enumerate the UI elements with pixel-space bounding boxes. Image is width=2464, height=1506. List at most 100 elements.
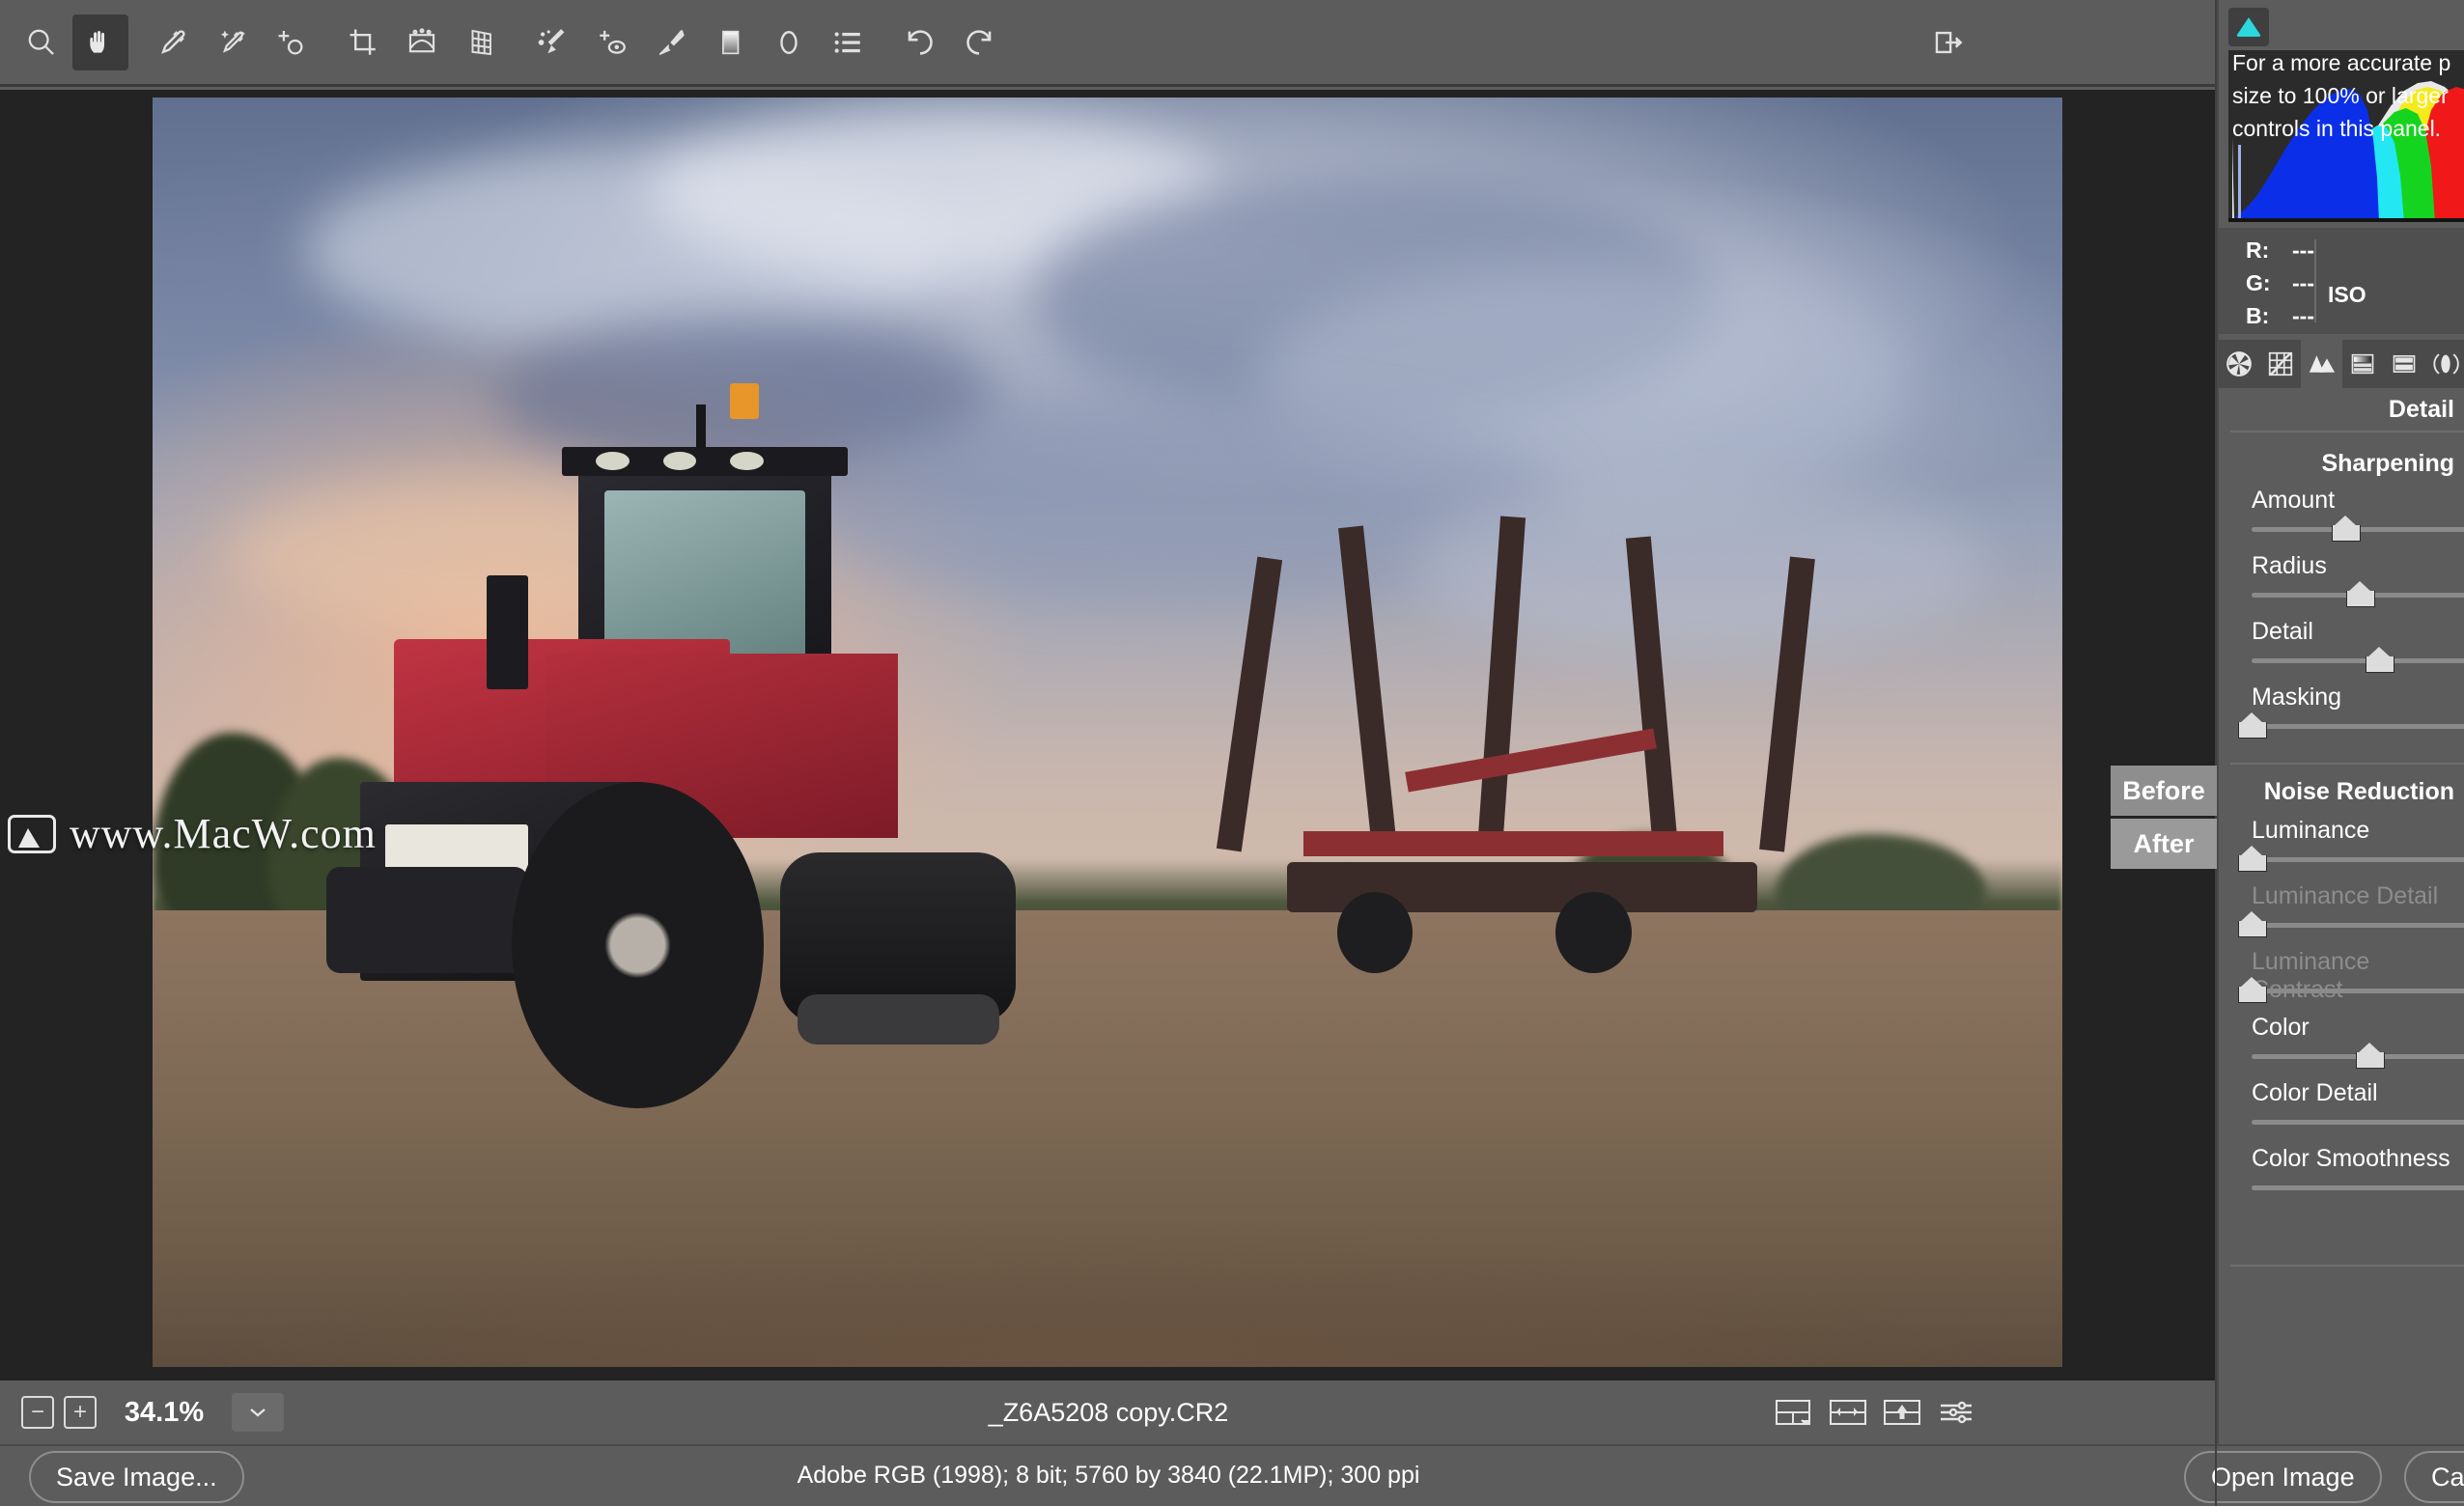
image-implement [1203,516,2043,1024]
footer-bar: Save Image... Adobe RGB (1998); 8 bit; 5… [0,1444,2464,1506]
label-sharpening-radius: Radius [2252,552,2327,580]
macw-logo-icon [8,815,56,853]
zoom-tool[interactable] [14,14,70,70]
hint-line-1: For a more accurate p [2232,48,2450,78]
adjustment-brush-tool[interactable] [643,14,699,70]
label-sharpening-detail: Detail [2252,618,2313,646]
g-label: G: [2246,270,2271,296]
right-panel: R: --- G: --- B: --- ISO [2217,0,2464,1444]
tab-detail[interactable] [2301,340,2342,388]
rgb-readout: R: --- G: --- B: --- ISO [2219,228,2464,334]
targeted-adjustment-tool[interactable] [263,14,319,70]
lens-icon [2431,350,2460,377]
label-noise-color: Color [2252,1014,2310,1042]
before-after-toggle: Before After [2111,766,2217,869]
radial-filter-tool[interactable] [761,14,817,70]
tab-lens-corrections[interactable] [2424,340,2464,388]
view-swap-icon[interactable] [1881,1396,1923,1429]
noise-color-slider[interactable] [2356,1045,2383,1068]
label-noise-luminance: Luminance [2252,817,2369,845]
before-button[interactable]: Before [2111,766,2217,816]
red-eye-tool[interactable] [584,14,640,70]
label-noise-luminance-contrast: Luminance Contrast [2252,948,2464,1004]
transform-tool[interactable] [453,14,509,70]
sharpening-detail-slider[interactable] [2366,649,2393,672]
crop-tool[interactable] [335,14,391,70]
label-sharpening-masking: Masking [2252,683,2341,711]
image-tractor [344,440,1184,1151]
section-title-noise-reduction: Noise Reduction [2264,778,2454,806]
track-noise-luminance-detail[interactable] [2252,923,2464,928]
after-button[interactable]: After [2111,819,2217,869]
camera-raw-window: www.MacW.com Before After − + 34.1% _Z6A… [0,0,2464,1506]
split-bars-icon [2390,350,2419,377]
track-noise-luminance[interactable] [2252,857,2464,862]
straighten-tool[interactable] [394,14,450,70]
zoom-out-button[interactable]: − [21,1396,54,1429]
preview-image[interactable] [153,98,2062,1367]
toggle-filmstrip-button[interactable] [1920,14,1976,70]
noise-luminance-slider[interactable] [2238,848,2265,871]
white-balance-tool[interactable] [145,14,201,70]
label-sharpening-amount: Amount [2252,487,2335,515]
panel-tab-bar [2219,340,2464,388]
label-noise-color-detail: Color Detail [2252,1079,2378,1107]
zoom-controls: − + 34.1% [21,1393,284,1432]
preview-preferences-icon[interactable] [1935,1396,1977,1429]
r-label: R: [2246,237,2271,264]
tab-tone-curve[interactable] [2260,340,2302,388]
hsl-bars-icon [2348,350,2377,377]
noise-luminance-detail-slider[interactable] [2238,913,2265,936]
rotate-right-tool[interactable] [951,14,1007,70]
track-sharpening-detail[interactable] [2252,658,2464,663]
spot-removal-tool[interactable] [525,14,581,70]
tab-hsl[interactable] [2342,340,2384,388]
noise-luminance-contrast-slider[interactable] [2238,979,2265,1002]
section-title-sharpening: Sharpening [2321,450,2454,478]
track-noise-color-detail[interactable] [2252,1120,2464,1125]
rgb-values: R: --- G: --- B: --- [2219,228,2314,334]
rotate-left-tool[interactable] [892,14,948,70]
hint-line-2: size to 100% or larger [2232,81,2449,111]
preview-canvas[interactable]: www.MacW.com Before After [0,90,2217,1380]
b-label: B: [2246,303,2271,329]
open-image-button[interactable]: Open Image [2184,1451,2382,1503]
mountains-icon [2307,349,2338,378]
image-metadata-label: Adobe RGB (1998); 8 bit; 5760 by 3840 (2… [0,1462,2217,1490]
tab-basic[interactable] [2219,340,2260,388]
g-value: --- [2292,270,2314,296]
zoom-dropdown-button[interactable] [232,1393,284,1432]
tab-split-toning[interactable] [2384,340,2425,388]
hint-line-3: controls in this panel. [2232,114,2441,144]
label-noise-color-smoothness: Color Smoothness [2252,1145,2450,1173]
graduated-filter-tool[interactable] [702,14,758,70]
status-strip: − + 34.1% _Z6A5208 copy.CR2 [0,1380,2217,1444]
cloud-sync-icon[interactable] [2228,8,2269,46]
preview-view-icons [1773,1396,1977,1429]
r-value: --- [2292,237,2314,264]
sharpening-amount-slider[interactable] [2332,517,2359,541]
view-before-after-vertical-icon[interactable] [1827,1396,1869,1429]
zoom-in-button[interactable]: + [64,1396,97,1429]
exposure-readout: ISO [2316,228,2366,334]
color-sampler-tool[interactable] [204,14,260,70]
aperture-icon [2225,349,2254,378]
b-value: --- [2292,303,2314,329]
sharpening-masking-slider[interactable] [2238,714,2265,738]
panel-rule [2230,431,2464,432]
preferences-tool[interactable] [820,14,876,70]
view-single-dropdown-icon[interactable] [1773,1396,1815,1429]
track-sharpening-masking[interactable] [2252,724,2464,729]
section-rule [2230,763,2464,765]
track-noise-luminance-contrast[interactable] [2252,989,2464,993]
zoom-level-value[interactable]: 34.1% [106,1397,222,1429]
panel-title: Detail [2389,396,2454,424]
curve-grid-icon [2266,349,2295,378]
main-toolbar [0,0,2217,87]
cancel-button[interactable]: Cancel [2404,1451,2464,1503]
chevron-down-icon [247,1406,268,1419]
track-noise-color-smoothness[interactable] [2252,1185,2464,1190]
label-noise-luminance-detail: Luminance Detail [2252,882,2438,910]
hand-tool[interactable] [72,14,128,70]
sharpening-radius-slider[interactable] [2346,583,2373,606]
